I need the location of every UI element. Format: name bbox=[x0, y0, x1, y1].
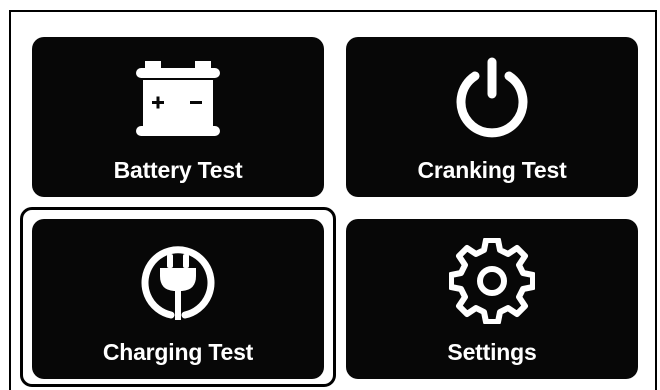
battery-test-button[interactable]: Battery Test bbox=[32, 37, 324, 197]
battery-icon bbox=[32, 53, 324, 145]
battery-test-label: Battery Test bbox=[113, 157, 243, 183]
settings-label: Settings bbox=[447, 339, 537, 365]
charging-test-label: Charging Test bbox=[102, 339, 254, 365]
gear-icon bbox=[346, 235, 638, 327]
cranking-test-label: Cranking Test bbox=[417, 157, 567, 183]
charging-plug-icon bbox=[32, 235, 324, 327]
cranking-test-button[interactable]: Cranking Test bbox=[346, 37, 638, 197]
settings-button[interactable]: Settings bbox=[346, 219, 638, 379]
power-icon bbox=[346, 53, 638, 145]
charging-test-button[interactable]: Charging Test bbox=[32, 219, 324, 379]
